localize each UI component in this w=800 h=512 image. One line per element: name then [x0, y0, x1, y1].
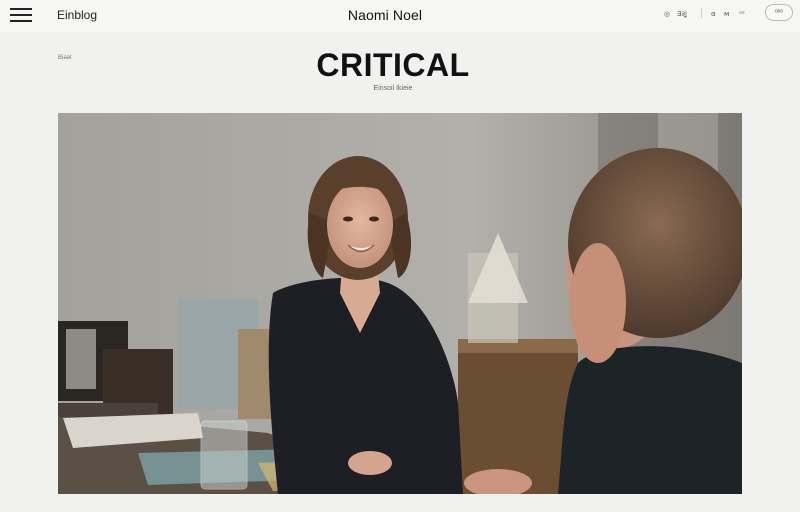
utility-icon-1[interactable]: ◎ — [664, 10, 670, 18]
top-navigation-bar: Einblog Naomi Noel ◎ Ǝ∂ʝ ɞ ᴍ ᵒᵒ ᵒᵒᵒ — [0, 0, 800, 32]
article-headline: CRITICAL — [316, 47, 470, 83]
utility-icon-4[interactable]: ᴍ — [724, 10, 729, 18]
hero-photo — [58, 113, 742, 494]
utility-icon-5[interactable]: ᵒᵒ — [739, 10, 745, 18]
hero-photo-illustration — [58, 113, 742, 494]
utility-icon-3[interactable]: ɞ — [711, 10, 716, 18]
site-title[interactable]: Naomi Noel — [0, 7, 770, 23]
utility-divider — [701, 8, 702, 18]
utility-link-2[interactable]: Ǝ∂ʝ — [677, 10, 687, 18]
more-options-button[interactable]: ᵒᵒᵒ — [765, 4, 793, 21]
article-byline: Einsoil Ikieie — [373, 85, 413, 92]
